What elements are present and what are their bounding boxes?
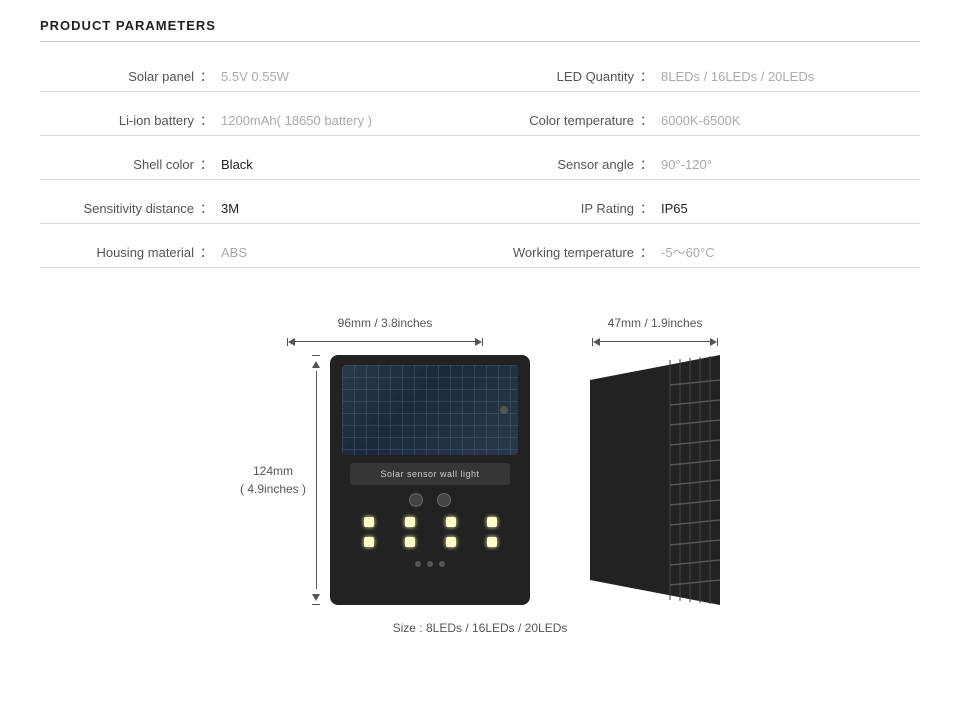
right-tick <box>482 338 483 346</box>
led-1 <box>364 517 374 527</box>
param-label-battery: Li-ion battery <box>40 113 200 128</box>
param-row-sensitivity: Sensitivity distance ： 3M <box>40 198 480 224</box>
param-value-solar: 5.5V 0.55W <box>221 69 289 84</box>
param-row-working-temp: Working temperature ： -5～60°C <box>480 242 920 268</box>
param-value-ip: IP65 <box>661 201 688 216</box>
param-value-battery: 1200mAh( 18650 battery ) <box>221 113 372 128</box>
param-label-ip: IP Rating <box>480 201 640 216</box>
h-arrow-line <box>295 341 475 342</box>
dim-left-view: 96mm / 3.8inches 124mm <box>240 316 530 605</box>
right-top-dimension-label: 47mm / 1.9inches <box>608 316 703 330</box>
product-front-image: Solar sensor wall light <box>330 355 530 605</box>
param-row-housing: Housing material ： ABS <box>40 242 480 268</box>
small-circle-2 <box>427 561 433 567</box>
arrow-right <box>475 334 482 349</box>
param-row-solar: Solar panel ： 5.5V 0.55W <box>40 66 480 92</box>
right-right-tick <box>717 338 718 346</box>
side-dimension-label: 124mm ( 4.9inches ) <box>240 462 306 498</box>
param-value-working-temp: -5～60°C <box>661 242 715 261</box>
pir-sensor-left <box>409 493 423 507</box>
sensor-dot <box>500 406 508 414</box>
v-arrow-top <box>312 356 320 371</box>
params-col-left: Solar panel ： 5.5V 0.55W Li-ion battery … <box>40 66 480 286</box>
pir-sensor-right <box>437 493 451 507</box>
bottom-v-tick <box>312 604 320 605</box>
right-arrow-left <box>593 334 600 349</box>
param-label-color-temp: Color temperature <box>480 113 640 128</box>
right-h-line <box>600 341 710 342</box>
led-4 <box>487 517 497 527</box>
led-grid-top <box>342 511 518 533</box>
param-label-sensitivity: Sensitivity distance <box>40 201 200 216</box>
param-value-color-temp: 6000K-6500K <box>661 113 741 128</box>
size-note: Size : 8LEDs / 16LEDs / 20LEDs <box>40 621 920 635</box>
param-value-sensitivity: 3M <box>221 201 239 216</box>
side-view-svg <box>590 355 720 605</box>
led-8 <box>487 537 497 547</box>
param-label-led-qty: LED Quantity <box>480 69 640 84</box>
param-row-color-temp: Color temperature ： 6000K-6500K <box>480 110 920 136</box>
body-row: 124mm ( 4.9inches ) <box>240 355 530 605</box>
param-row-led-qty: LED Quantity ： 8LEDs / 16LEDs / 20LEDs <box>480 66 920 92</box>
params-grid: Solar panel ： 5.5V 0.55W Li-ion battery … <box>40 66 920 286</box>
right-arrow-right <box>710 334 717 349</box>
led-2 <box>405 517 415 527</box>
param-row-color: Shell color ： Black <box>40 154 480 180</box>
param-value-led-qty: 8LEDs / 16LEDs / 20LEDs <box>661 69 814 84</box>
param-value-housing: ABS <box>221 245 247 260</box>
product-label-bar: Solar sensor wall light <box>350 463 510 485</box>
dim-right-view: 47mm / 1.9inches <box>590 316 720 605</box>
v-arrow <box>312 356 320 604</box>
led-3 <box>446 517 456 527</box>
product-label-text: Solar sensor wall light <box>380 469 479 479</box>
param-row-ip: IP Rating ： IP65 <box>480 198 920 224</box>
led-grid-bottom <box>342 537 518 553</box>
led-5 <box>364 537 374 547</box>
param-label-color: Shell color <box>40 157 200 172</box>
v-arrow-container <box>312 355 320 605</box>
section-title: PRODUCT PARAMETERS <box>40 18 920 42</box>
page: PRODUCT PARAMETERS Solar panel ： 5.5V 0.… <box>0 0 960 715</box>
param-value-sensor-angle: 90°-120° <box>661 157 712 172</box>
v-arrow-line <box>316 371 317 589</box>
vertical-dim-group: 124mm ( 4.9inches ) <box>240 355 320 605</box>
bottom-section <box>342 491 518 567</box>
param-row-battery: Li-ion battery ： 1200mAh( 18650 battery … <box>40 110 480 136</box>
dimensions-section: 96mm / 3.8inches 124mm <box>40 316 920 605</box>
param-value-color: Black <box>221 157 253 172</box>
solar-grid <box>342 365 518 455</box>
pir-row <box>409 493 451 507</box>
small-circle-3 <box>439 561 445 567</box>
param-label-sensor-angle: Sensor angle <box>480 157 640 172</box>
led-7 <box>446 537 456 547</box>
arrow-left <box>288 334 295 349</box>
solar-panel <box>342 365 518 455</box>
side-view-container <box>590 355 720 605</box>
top-dimension-label: 96mm / 3.8inches <box>338 316 433 330</box>
small-circle-1 <box>415 561 421 567</box>
led-6 <box>405 537 415 547</box>
param-label-solar: Solar panel <box>40 69 200 84</box>
param-label-working-temp: Working temperature <box>480 245 640 260</box>
param-row-sensor-angle: Sensor angle ： 90°-120° <box>480 154 920 180</box>
v-arrow-bottom <box>312 589 320 604</box>
param-label-housing: Housing material <box>40 245 200 260</box>
small-circles <box>415 561 445 567</box>
params-col-right: LED Quantity ： 8LEDs / 16LEDs / 20LEDs C… <box>480 66 920 286</box>
